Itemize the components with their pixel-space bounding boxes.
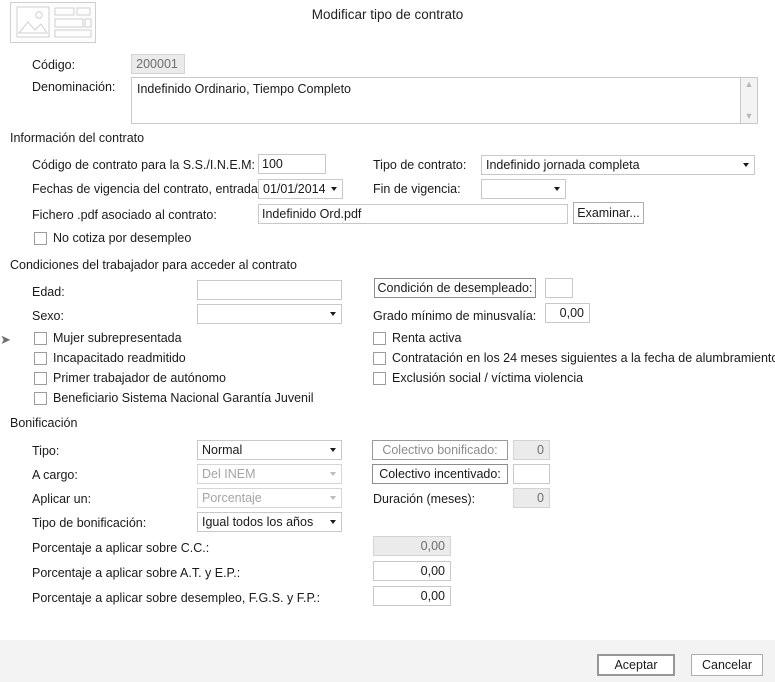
chevron-down-icon[interactable] bbox=[548, 180, 565, 198]
scroll-down-icon[interactable]: ▼ bbox=[745, 112, 754, 121]
section-bonificacion: Bonificación bbox=[10, 416, 78, 430]
checkbox-label: Incapacitado readmitido bbox=[53, 351, 186, 365]
checkbox-contratacion-24-meses[interactable]: Contratación en los 24 meses siguientes … bbox=[373, 351, 775, 365]
a-cargo-combo[interactable]: Del INEM bbox=[197, 464, 342, 484]
denominacion-textarea[interactable] bbox=[131, 77, 741, 124]
bonificacion-tipo-combo[interactable]: Normal bbox=[197, 440, 342, 460]
fechas-vigencia-label: Fechas de vigencia del contrato, entrada… bbox=[32, 182, 262, 196]
tipo-contrato-combo[interactable]: Indefinido jornada completa bbox=[481, 155, 755, 175]
page-title: Modificar tipo de contrato bbox=[311, 7, 464, 22]
pct-cc-input[interactable] bbox=[373, 536, 451, 556]
checkbox-renta-activa[interactable]: Renta activa bbox=[373, 331, 461, 345]
checkbox-label: No cotiza por desempleo bbox=[53, 231, 192, 245]
chevron-down-icon[interactable] bbox=[737, 156, 754, 174]
codigo-ss-input[interactable] bbox=[258, 154, 326, 174]
checkbox-box-icon[interactable] bbox=[34, 351, 47, 365]
aplicar-un-label: Aplicar un: bbox=[32, 492, 92, 506]
colectivo-incentivado-button[interactable]: Colectivo incentivado: bbox=[372, 464, 508, 484]
aplicar-un-value: Porcentaje bbox=[202, 491, 262, 505]
chevron-down-icon[interactable] bbox=[324, 489, 341, 507]
fecha-entrada-value: 01/01/2014 bbox=[263, 182, 325, 196]
focus-indicator-arrow-icon: ➤ bbox=[0, 332, 11, 347]
chevron-down-icon[interactable] bbox=[324, 441, 341, 459]
tipo-contrato-value: Indefinido jornada completa bbox=[486, 158, 640, 172]
a-cargo-label: A cargo: bbox=[32, 468, 78, 482]
accept-button[interactable]: Aceptar bbox=[597, 654, 675, 676]
condicion-desempleado-input[interactable] bbox=[545, 278, 573, 298]
checkbox-box-icon[interactable] bbox=[373, 331, 386, 345]
bonificacion-tipo-label: Tipo: bbox=[32, 444, 60, 458]
checkbox-label: Contratación en los 24 meses siguientes … bbox=[392, 351, 775, 365]
colectivo-bonificado-button[interactable]: Colectivo bonificado: bbox=[372, 440, 508, 460]
chevron-down-icon[interactable] bbox=[325, 180, 342, 198]
codigo-input[interactable] bbox=[131, 54, 185, 74]
checkbox-box-icon[interactable] bbox=[373, 371, 386, 385]
checkbox-box-icon[interactable] bbox=[34, 391, 47, 405]
cancel-button[interactable]: Cancelar bbox=[691, 654, 763, 676]
fin-vigencia-datepicker[interactable] bbox=[481, 179, 566, 199]
chevron-down-icon[interactable] bbox=[324, 513, 341, 531]
checkbox-exclusion-social[interactable]: Exclusión social / víctima violencia bbox=[373, 371, 583, 385]
grado-minusvalia-input[interactable] bbox=[545, 303, 590, 323]
checkbox-beneficiario-garantia-juvenil[interactable]: Beneficiario Sistema Nacional Garantía J… bbox=[34, 391, 314, 405]
fichero-pdf-label: Fichero .pdf asociado al contrato: bbox=[32, 208, 217, 222]
colectivo-incentivado-input[interactable] bbox=[513, 464, 550, 484]
section-contract-info: Información del contrato bbox=[10, 131, 145, 145]
aplicar-un-combo[interactable]: Porcentaje bbox=[197, 488, 342, 508]
chevron-down-icon[interactable] bbox=[324, 305, 341, 323]
checkbox-label: Primer trabajador de autónomo bbox=[53, 371, 227, 385]
tipo-bonificacion-label: Tipo de bonificación: bbox=[32, 516, 147, 530]
denominacion-label: Denominación: bbox=[32, 80, 116, 94]
codigo-label: Código: bbox=[32, 58, 76, 72]
chevron-down-icon[interactable] bbox=[324, 465, 341, 483]
bonificacion-tipo-value: Normal bbox=[202, 443, 243, 457]
grado-minusvalia-label: Grado mínimo de minusvalía: bbox=[373, 309, 537, 323]
checkbox-box-icon[interactable] bbox=[34, 331, 47, 345]
pct-at-ep-input[interactable] bbox=[373, 561, 451, 581]
edad-label: Edad: bbox=[32, 285, 65, 299]
fin-vigencia-label: Fin de vigencia: bbox=[373, 182, 461, 196]
tipo-bonificacion-combo[interactable]: Igual todos los años bbox=[197, 512, 342, 532]
checkbox-label: Beneficiario Sistema Nacional Garantía J… bbox=[53, 391, 314, 405]
a-cargo-value: Del INEM bbox=[202, 467, 256, 481]
pct-at-ep-label: Porcentaje a aplicar sobre A.T. y E.P.: bbox=[32, 566, 241, 580]
scroll-up-icon[interactable]: ▲ bbox=[745, 80, 754, 89]
checkbox-no-cotiza-desempleo[interactable]: No cotiza por desempleo bbox=[34, 231, 191, 245]
checkbox-box-icon[interactable] bbox=[34, 231, 47, 245]
sexo-label: Sexo: bbox=[32, 309, 64, 323]
edad-input[interactable] bbox=[197, 280, 342, 300]
checkbox-label: Mujer subrepresentada bbox=[53, 331, 182, 345]
colectivo-bonificado-input[interactable] bbox=[513, 440, 550, 460]
codigo-ss-label: Código de contrato para la S.S./I.N.E.M: bbox=[32, 158, 256, 172]
pct-desempleo-label: Porcentaje a aplicar sobre desempleo, F.… bbox=[32, 591, 321, 605]
sexo-combo[interactable] bbox=[197, 304, 342, 324]
pct-cc-label: Porcentaje a aplicar sobre C.C.: bbox=[32, 541, 210, 555]
duracion-meses-label: Duración (meses): bbox=[373, 492, 476, 506]
tipo-contrato-label: Tipo de contrato: bbox=[373, 158, 467, 172]
section-worker-conditions: Condiciones del trabajador para acceder … bbox=[10, 258, 297, 272]
tipo-bonificacion-value: Igual todos los años bbox=[202, 515, 314, 529]
duracion-meses-input[interactable] bbox=[513, 488, 550, 508]
dialog-header: Modificar tipo de contrato bbox=[0, 0, 775, 44]
checkbox-label: Exclusión social / víctima violencia bbox=[392, 371, 584, 385]
denominacion-scrollbar[interactable]: ▲ ▼ bbox=[741, 77, 758, 124]
fichero-pdf-input[interactable] bbox=[258, 204, 568, 224]
checkbox-incapacitado-readmitido[interactable]: Incapacitado readmitido bbox=[34, 351, 186, 365]
condicion-desempleado-button[interactable]: Condición de desempleado: bbox=[374, 278, 536, 298]
checkbox-label: Renta activa bbox=[392, 331, 462, 345]
checkbox-box-icon[interactable] bbox=[373, 351, 386, 365]
pct-desempleo-input[interactable] bbox=[373, 586, 451, 606]
checkbox-mujer-subrepresentada[interactable]: Mujer subrepresentada bbox=[34, 331, 182, 345]
fecha-entrada-datepicker[interactable]: 01/01/2014 bbox=[258, 179, 343, 199]
checkbox-primer-trabajador-autonomo[interactable]: Primer trabajador de autónomo bbox=[34, 371, 226, 385]
checkbox-box-icon[interactable] bbox=[34, 371, 47, 385]
examinar-button[interactable]: Examinar... bbox=[573, 202, 644, 224]
